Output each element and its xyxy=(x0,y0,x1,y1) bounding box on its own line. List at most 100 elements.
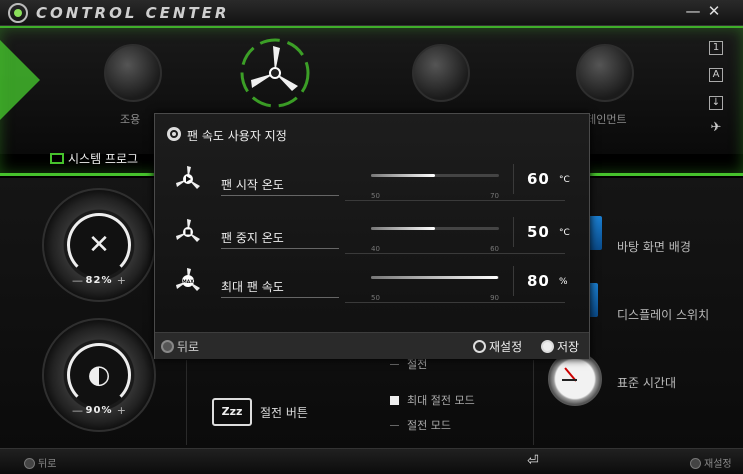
divider xyxy=(533,360,534,445)
row-divider xyxy=(345,302,565,303)
dialog-header: 팬 속도 사용자 지정 xyxy=(155,114,589,154)
gauge-value: 82% xyxy=(85,275,113,286)
reset-label: 재설정 xyxy=(489,340,523,354)
brightness-gauge[interactable]: ◐ — 90% + xyxy=(42,318,156,432)
gauge-icon[interactable] xyxy=(412,44,470,102)
fan-gauge-icon: ✕ xyxy=(88,230,110,260)
max-fan-speed-slider[interactable]: 50 90 xyxy=(371,276,499,302)
tab-system-label: 시스템 프로그 xyxy=(68,152,139,166)
row-separator xyxy=(513,164,514,194)
app-title: CONTROL CENTER xyxy=(36,4,230,22)
row-unit: % xyxy=(559,277,568,287)
dialog-footer: 뒤로 재설정 저장 xyxy=(155,332,589,359)
monitor-icon xyxy=(50,153,64,164)
wallpaper-link[interactable]: 바탕 화면 배경 xyxy=(617,238,691,255)
bottom-bar: 뒤로 ⏎ 재설정 xyxy=(0,448,743,474)
fan-max-icon: MAX xyxy=(176,268,200,291)
row-divider xyxy=(345,200,565,201)
slider-min: 50 xyxy=(371,192,380,200)
reset-icon xyxy=(690,458,701,469)
max-fan-speed-row: MAX 최대 팬 속도 50 90 80 % xyxy=(155,266,591,314)
save-label: 저장 xyxy=(557,340,580,354)
fan-stop-icon xyxy=(176,219,200,242)
slider-fill xyxy=(371,174,435,177)
back-icon xyxy=(161,340,174,353)
row-label: 팬 중지 온도 xyxy=(221,231,284,245)
close-button[interactable]: ✕ xyxy=(705,2,723,20)
row-value: 50 xyxy=(527,223,550,241)
row-separator xyxy=(513,266,514,296)
back-label: 뒤로 xyxy=(177,340,200,354)
row-underline xyxy=(221,297,339,298)
fan-icon[interactable] xyxy=(240,38,310,108)
back-icon xyxy=(24,458,35,469)
side-button-a[interactable]: A xyxy=(709,68,723,82)
tab-system[interactable]: 시스템 프로그 xyxy=(50,150,138,170)
row-separator xyxy=(513,217,514,247)
refresh-icon xyxy=(473,340,486,353)
save-icon xyxy=(541,340,554,353)
divider xyxy=(186,360,187,445)
option-hibernate[interactable]: 최대 절전 모드 xyxy=(390,392,475,408)
row-unit: °C xyxy=(559,228,570,238)
radio-dash xyxy=(390,425,399,426)
reset-label: 재설정 xyxy=(704,459,732,470)
slider-max: 90 xyxy=(490,294,499,302)
gauge-dial: ◐ xyxy=(67,343,131,407)
radio-dash xyxy=(390,364,399,365)
svg-text:MAX: MAX xyxy=(182,279,194,285)
gauge-value: 90% xyxy=(85,405,113,416)
row-label: 팬 시작 온도 xyxy=(221,178,284,192)
ribbon-label-quiet: 조용 xyxy=(120,113,141,126)
fan-start-slider[interactable]: 50 70 xyxy=(371,174,499,200)
dialog-title: 팬 속도 사용자 지정 xyxy=(187,129,287,143)
slider-fill xyxy=(371,276,498,279)
airplane-icon[interactable]: ✈ xyxy=(709,121,723,136)
gear-icon xyxy=(167,127,181,141)
fan-speed-dialog: 팬 속도 사용자 지정 팬 시작 온도 50 70 60 °C 팬 중지 온도 … xyxy=(154,113,590,359)
app-logo xyxy=(8,3,28,23)
option-sleep-mode[interactable]: 절전 모드 xyxy=(390,417,451,433)
slider-min: 50 xyxy=(371,294,380,302)
row-label: 최대 팬 속도 xyxy=(221,280,284,294)
ribbon-left-arrow[interactable] xyxy=(0,40,40,120)
fan-gauge[interactable]: ✕ — 82% + xyxy=(42,188,156,302)
display-switch-link[interactable]: 디스플레이 스위치 xyxy=(617,306,709,323)
row-underline xyxy=(221,248,339,249)
fan-stop-temp-row: 팬 중지 온도 40 60 50 °C xyxy=(155,217,591,265)
row-unit: °C xyxy=(559,175,570,185)
crosshair-icon[interactable] xyxy=(576,44,634,102)
gauge-plus-button[interactable]: + xyxy=(117,404,126,417)
minimize-button[interactable]: — xyxy=(684,2,702,20)
slider-fill xyxy=(371,227,435,230)
dialog-reset-button[interactable]: 재설정 xyxy=(473,338,522,355)
timezone-link[interactable]: 표준 시간대 xyxy=(617,374,676,391)
row-divider xyxy=(345,253,565,254)
fan-start-temp-row: 팬 시작 온도 50 70 60 °C xyxy=(155,164,591,212)
fan-stop-slider[interactable]: 40 60 xyxy=(371,227,499,253)
title-bar: CONTROL CENTER — ✕ xyxy=(0,0,743,26)
brightness-icon: ◐ xyxy=(87,360,111,390)
gauge-plus-button[interactable]: + xyxy=(117,274,126,287)
row-value: 80 xyxy=(527,272,550,290)
fan-start-icon xyxy=(176,166,200,189)
row-underline xyxy=(221,195,339,196)
side-button-download[interactable]: ↓ xyxy=(709,96,723,110)
dialog-save-button[interactable]: 저장 xyxy=(541,338,579,355)
option-label: 절전 모드 xyxy=(407,419,451,432)
side-button-1[interactable]: 1 xyxy=(709,41,723,55)
dialog-back-button[interactable]: 뒤로 xyxy=(161,338,199,355)
reset-button[interactable]: 재설정 xyxy=(690,455,732,470)
back-button[interactable]: 뒤로 xyxy=(24,455,56,470)
sleep-button-icon[interactable]: Zzz xyxy=(212,398,252,426)
gauge-dial: ✕ xyxy=(67,213,131,277)
slider-min: 40 xyxy=(371,245,380,253)
exit-icon[interactable]: ⏎ xyxy=(527,453,539,469)
option-label: 절전 xyxy=(407,358,428,371)
checkbox[interactable] xyxy=(390,396,399,405)
clock-icon xyxy=(548,352,602,406)
slider-max: 70 xyxy=(490,192,499,200)
sleep-button-label: 절전 버튼 xyxy=(260,406,308,420)
speaker-icon[interactable] xyxy=(104,44,162,102)
row-value: 60 xyxy=(527,170,550,188)
